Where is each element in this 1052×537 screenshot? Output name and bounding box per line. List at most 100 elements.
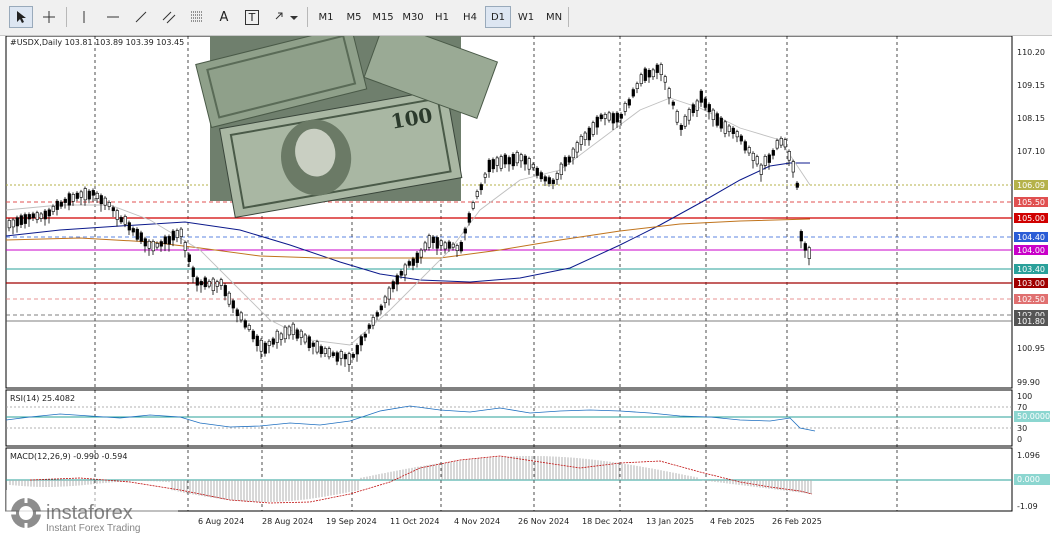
candle-body — [587, 127, 591, 141]
timeframe-m5-button[interactable]: M5 — [341, 6, 367, 28]
candle-body — [555, 173, 559, 180]
text-tool-button[interactable]: A — [213, 6, 235, 28]
svg-text:18 Dec 2024: 18 Dec 2024 — [582, 517, 633, 526]
svg-text:1.096: 1.096 — [1017, 451, 1040, 460]
timeframe-m1-button[interactable]: M1 — [313, 6, 339, 28]
candle-body — [715, 113, 719, 126]
text-label-button[interactable]: T — [241, 6, 263, 28]
candle-body — [747, 147, 751, 154]
svg-text:0: 0 — [1017, 435, 1022, 444]
candle-body — [667, 88, 671, 99]
candle-body — [87, 190, 91, 200]
rsi-panel-frame — [5, 389, 1013, 447]
svg-text:26 Nov 2024: 26 Nov 2024 — [518, 517, 569, 526]
candle-body — [499, 156, 503, 169]
candle-body — [107, 202, 111, 207]
svg-text:28 Aug 2024: 28 Aug 2024 — [262, 517, 313, 526]
toolbar: A T M1 M5 M15 M30 H1 H4 D1 W1 MN — [0, 0, 1052, 36]
candle-body — [527, 158, 531, 170]
candle-body — [211, 278, 215, 291]
svg-text:6 Aug 2024: 6 Aug 2024 — [198, 517, 244, 526]
timeframe-h1-button[interactable]: H1 — [429, 6, 455, 28]
candle-body — [35, 212, 39, 220]
candle-body — [71, 194, 75, 202]
candle-body — [739, 135, 743, 142]
candle-body — [43, 210, 47, 220]
candle-body — [243, 320, 247, 328]
money-photo: 100 — [195, 36, 499, 219]
cursor-tool-icon[interactable] — [9, 6, 33, 28]
candle-body — [7, 220, 11, 229]
svg-text:26 Feb 2025: 26 Feb 2025 — [772, 517, 822, 526]
candle-body — [239, 312, 243, 321]
candle-body — [79, 191, 83, 198]
candle-body — [631, 89, 635, 97]
candle-body — [795, 182, 799, 188]
svg-text:19 Sep 2024: 19 Sep 2024 — [326, 517, 377, 526]
candle-body — [103, 197, 107, 206]
main-panel-header: #USDX,Daily 103.81 103.89 103.39 103.45 — [10, 38, 184, 47]
horizontal-line-icon[interactable] — [101, 6, 125, 28]
timeframe-d1-button[interactable]: D1 — [485, 6, 511, 28]
trendline-icon[interactable] — [129, 6, 153, 28]
candle-body — [419, 249, 423, 258]
svg-text:99.90: 99.90 — [1017, 378, 1040, 387]
candle-body — [83, 188, 87, 201]
candle-body — [407, 261, 411, 266]
chart-area[interactable]: 100 110.20 109.15 108.15 107.10 100.95 9… — [0, 36, 1052, 537]
candle-body — [731, 127, 735, 134]
vertical-line-icon[interactable] — [72, 6, 96, 28]
timeframe-mn-button[interactable]: MN — [541, 6, 567, 28]
candle-body — [763, 156, 767, 166]
candle-body — [31, 213, 35, 219]
candle-body — [579, 135, 583, 145]
candle-body — [619, 113, 623, 119]
candle-body — [11, 219, 15, 228]
timeframe-m15-button[interactable]: M15 — [369, 6, 397, 28]
candle-body — [323, 348, 327, 354]
candle-body — [267, 340, 271, 346]
candle-body — [363, 333, 367, 338]
svg-text:108.15: 108.15 — [1017, 114, 1045, 123]
timeframe-m30-button[interactable]: M30 — [399, 6, 427, 28]
candle-body — [143, 238, 147, 247]
candle-body — [183, 242, 187, 251]
channel-icon[interactable] — [157, 6, 181, 28]
candle-body — [639, 74, 643, 84]
candle-body — [455, 245, 459, 251]
candle-body — [99, 195, 103, 205]
candle-body — [331, 352, 335, 356]
candle-body — [167, 236, 171, 245]
candle-body — [55, 200, 59, 210]
candle-body — [91, 190, 95, 196]
candle-body — [519, 154, 523, 162]
candle-body — [199, 281, 203, 286]
timeframe-w1-button[interactable]: W1 — [513, 6, 539, 28]
rsi-axis: 100 70 30 0 50.0000 — [1014, 392, 1050, 444]
candle-body — [159, 241, 163, 247]
candle-body — [147, 240, 151, 249]
candle-body — [535, 167, 539, 176]
candle-body — [559, 163, 563, 175]
candle-body — [595, 116, 599, 128]
candle-body — [707, 104, 711, 113]
candle-body — [599, 114, 603, 120]
candle-body — [39, 213, 43, 219]
candle-body — [207, 281, 211, 287]
candle-body — [139, 232, 143, 242]
candle-body — [195, 277, 199, 286]
candle-body — [435, 237, 439, 249]
candle-body — [291, 323, 295, 335]
candle-body — [179, 228, 183, 237]
crosshair-tool-icon[interactable] — [37, 6, 61, 28]
candle-body — [67, 193, 71, 206]
level-tag-label: 101.80 — [1017, 317, 1045, 326]
candle-body — [647, 69, 651, 78]
candle-body — [787, 151, 791, 161]
candle-body — [371, 317, 375, 326]
date-axis: 6 Aug 2024 28 Aug 2024 19 Sep 2024 11 Oc… — [198, 517, 822, 526]
fibonacci-icon[interactable] — [185, 6, 209, 28]
arrows-tool-icon[interactable] — [271, 6, 301, 28]
candle-body — [483, 173, 487, 178]
timeframe-h4-button[interactable]: H4 — [457, 6, 483, 28]
